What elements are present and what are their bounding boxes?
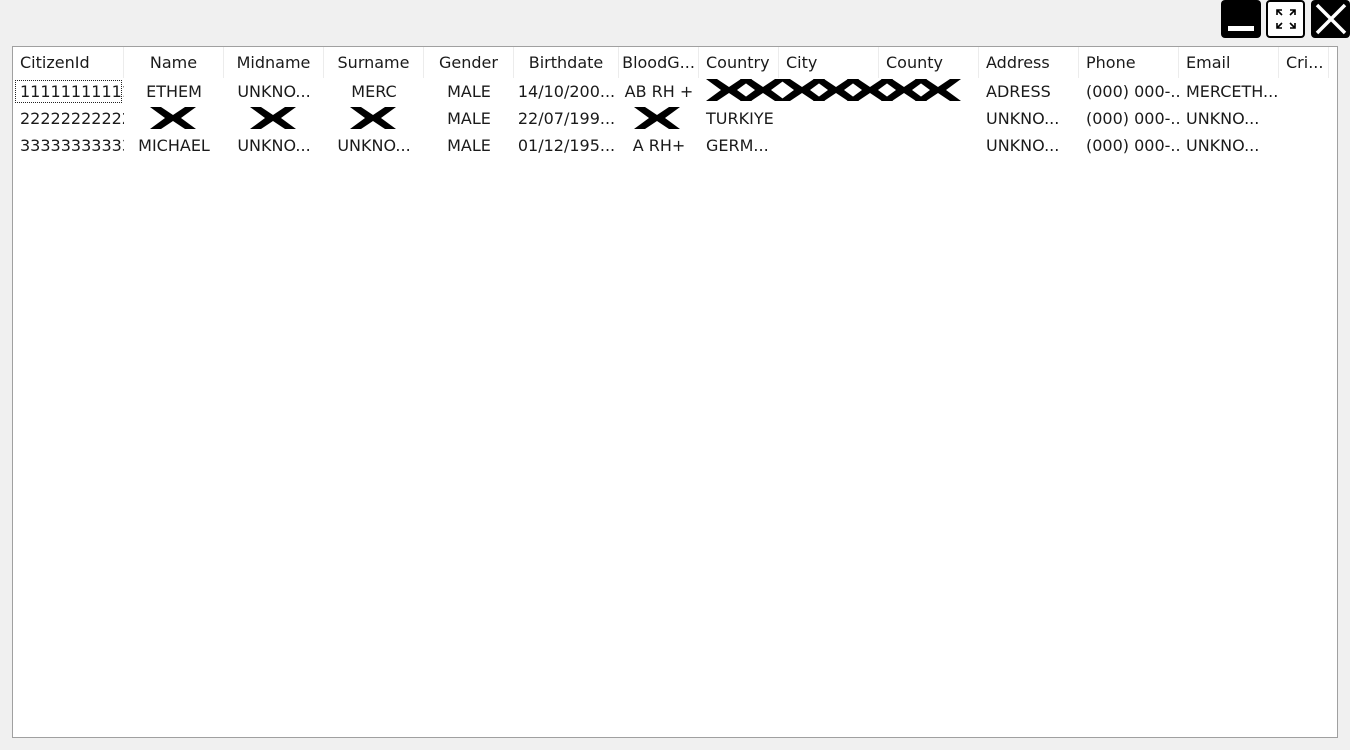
column-header-county[interactable]: County	[879, 47, 979, 78]
cell-surname[interactable]: MERC	[324, 78, 424, 105]
cell-city[interactable]	[779, 105, 879, 132]
column-header-phone[interactable]: Phone	[1079, 47, 1179, 78]
column-header-city[interactable]: City	[779, 47, 879, 78]
cell-crime[interactable]	[1279, 78, 1329, 105]
cell-address[interactable]: UNKNO...	[979, 105, 1079, 132]
minimize-button[interactable]	[1221, 0, 1261, 38]
cell-name[interactable]: ETHEM	[124, 78, 224, 105]
cell-phone[interactable]: (000) 000-...	[1079, 132, 1179, 159]
table-row[interactable]: 22222222222 MALE 22/07/199... TURKIYE UN…	[13, 105, 1337, 132]
column-header-birthdate[interactable]: Birthdate	[514, 47, 619, 78]
cell-gender[interactable]: MALE	[424, 78, 514, 105]
minimize-icon	[1228, 26, 1254, 31]
column-header-address[interactable]: Address	[979, 47, 1079, 78]
cell-email[interactable]: UNKNO...	[1179, 132, 1279, 159]
cell-city[interactable]	[779, 132, 879, 159]
citizen-data-grid[interactable]: CitizenId Name Midname Surname Gender Bi…	[12, 46, 1338, 738]
cell-address[interactable]: ADRESS	[979, 78, 1079, 105]
column-header-country[interactable]: Country	[699, 47, 779, 78]
cell-county[interactable]	[879, 132, 979, 159]
cell-midname[interactable]: UNKNO...	[224, 132, 324, 159]
cell-crime[interactable]	[1279, 105, 1329, 132]
cell-gender[interactable]: MALE	[424, 105, 514, 132]
cell-citizenid[interactable]: 11111111111	[13, 78, 124, 105]
cell-bloodgroup[interactable]	[619, 105, 699, 132]
cell-gender[interactable]: MALE	[424, 132, 514, 159]
cell-address[interactable]: UNKNO...	[979, 132, 1079, 159]
cell-country[interactable]: TURKIYE	[699, 105, 779, 132]
cell-phone[interactable]: (000) 000-...	[1079, 78, 1179, 105]
cell-bloodgroup[interactable]: AB RH +	[619, 78, 699, 105]
cell-birthdate[interactable]: 14/10/200...	[514, 78, 619, 105]
cell-phone[interactable]: (000) 000-...	[1079, 105, 1179, 132]
cell-email[interactable]: MERCETH...	[1179, 78, 1279, 105]
column-header-gender[interactable]: Gender	[424, 47, 514, 78]
close-button[interactable]	[1311, 0, 1350, 38]
column-header-crime[interactable]: Cri...	[1279, 47, 1329, 78]
cell-crime[interactable]	[1279, 132, 1329, 159]
close-icon	[1315, 3, 1346, 35]
cell-surname[interactable]: UNKNO...	[324, 132, 424, 159]
column-header-email[interactable]: Email	[1179, 47, 1279, 78]
column-header-citizenid[interactable]: CitizenId	[13, 47, 124, 78]
cell-county[interactable]	[879, 78, 979, 105]
column-header-bloodgroup[interactable]: BloodG...	[619, 47, 699, 78]
cell-name[interactable]: MICHAEL	[124, 132, 224, 159]
cell-city[interactable]	[779, 78, 879, 105]
cell-country[interactable]: GERM...	[699, 132, 779, 159]
cell-midname[interactable]	[224, 105, 324, 132]
cell-email[interactable]: UNKNO...	[1179, 105, 1279, 132]
cell-citizenid[interactable]: 33333333333	[13, 132, 124, 159]
cell-birthdate[interactable]: 01/12/195...	[514, 132, 619, 159]
cell-surname[interactable]	[324, 105, 424, 132]
maximize-button[interactable]	[1266, 0, 1305, 38]
cell-midname[interactable]: UNKNO...	[224, 78, 324, 105]
column-header-surname[interactable]: Surname	[324, 47, 424, 78]
cell-county[interactable]	[879, 105, 979, 132]
cell-bloodgroup[interactable]: A RH+	[619, 132, 699, 159]
column-header-name[interactable]: Name	[124, 47, 224, 78]
cell-name[interactable]	[124, 105, 224, 132]
grid-header: CitizenId Name Midname Surname Gender Bi…	[13, 47, 1337, 78]
column-header-midname[interactable]: Midname	[224, 47, 324, 78]
table-row[interactable]: 33333333333 MICHAEL UNKNO... UNKNO... MA…	[13, 132, 1337, 159]
cell-citizenid[interactable]: 22222222222	[13, 105, 124, 132]
maximize-icon	[1275, 9, 1296, 29]
cell-country[interactable]	[699, 78, 779, 105]
table-row[interactable]: 11111111111 ETHEM UNKNO... MERC MALE 14/…	[13, 78, 1337, 105]
cell-birthdate[interactable]: 22/07/199...	[514, 105, 619, 132]
